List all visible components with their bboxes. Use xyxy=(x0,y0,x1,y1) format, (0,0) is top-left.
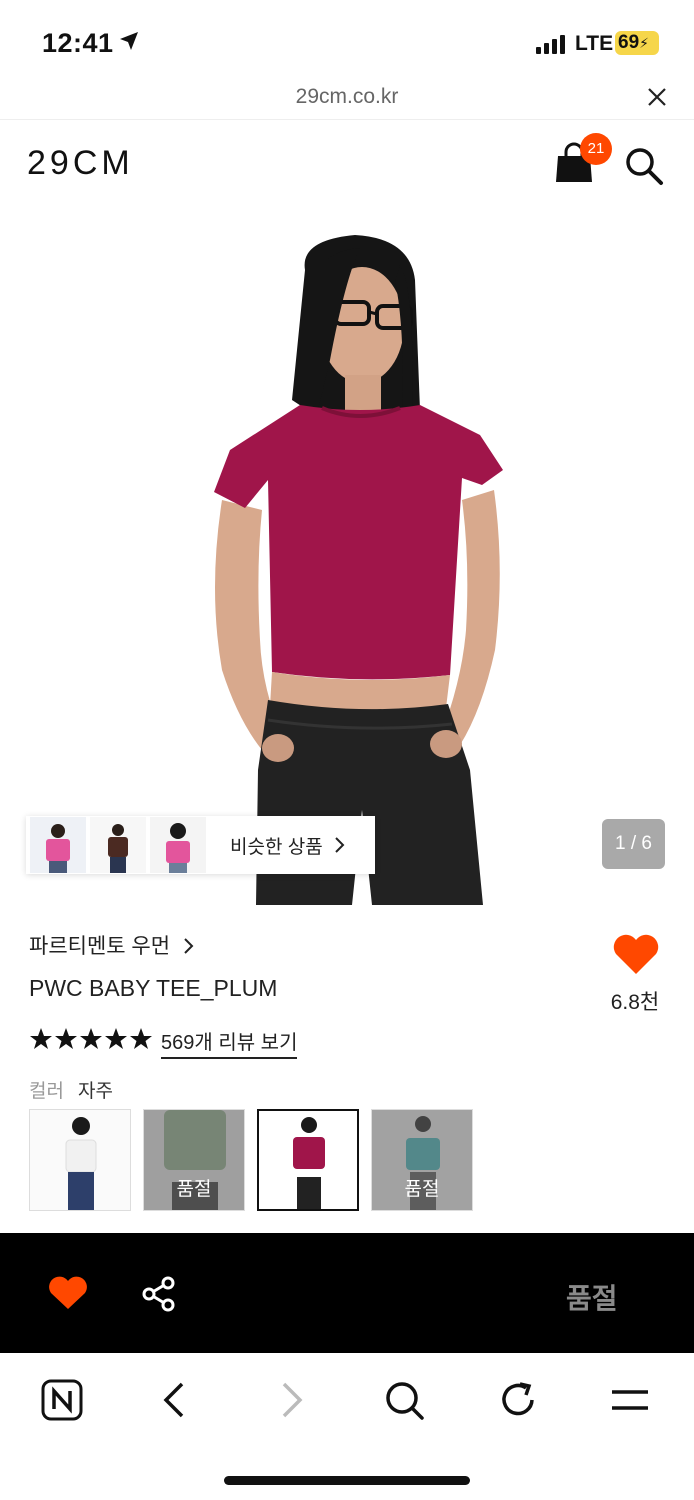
chevron-right-icon xyxy=(184,938,194,954)
site-header: 29CM 21 xyxy=(0,120,694,210)
heart-icon[interactable] xyxy=(48,1275,88,1311)
product-main-image[interactable] xyxy=(0,210,694,905)
thumbnail-2[interactable] xyxy=(90,817,146,873)
url-text[interactable]: 29cm.co.kr xyxy=(0,85,694,109)
refresh-icon[interactable] xyxy=(496,1378,540,1422)
star-icon xyxy=(105,1028,127,1049)
heart-icon[interactable] xyxy=(612,932,660,976)
color-label: 컬러 xyxy=(29,1081,64,1102)
naver-home-icon[interactable] xyxy=(40,1378,84,1422)
image-pager: 1 / 6 xyxy=(602,819,665,869)
sold-out-label: 품절 xyxy=(176,1179,212,1200)
network-label: LTE xyxy=(575,32,614,55)
swatch-plum-selected[interactable] xyxy=(257,1109,359,1211)
color-value: 자주 xyxy=(78,1081,113,1102)
star-icon xyxy=(80,1028,102,1049)
close-icon[interactable] xyxy=(646,86,668,108)
rating-stars xyxy=(29,1027,153,1051)
status-time: 12:41 xyxy=(42,28,114,58)
brand-name: 파르티멘토 우먼 xyxy=(29,935,171,958)
battery-level: 69 xyxy=(618,32,640,53)
star-icon xyxy=(55,1028,77,1049)
thumbnail-1[interactable] xyxy=(30,817,86,873)
like-count: 6.8천 xyxy=(610,991,660,1014)
sold-out-label: 품절 xyxy=(404,1179,440,1200)
swatch-white[interactable] xyxy=(29,1109,131,1211)
back-icon[interactable] xyxy=(154,1378,198,1422)
search-icon[interactable] xyxy=(624,146,664,186)
sold-out-button[interactable]: 품절 xyxy=(566,1277,618,1317)
home-indicator xyxy=(224,1476,470,1485)
battery-icon: 69⚡ xyxy=(615,31,659,55)
model-photo xyxy=(214,235,503,905)
cart-count-badge: 21 xyxy=(580,133,612,165)
chevron-right-icon xyxy=(334,837,345,853)
location-arrow-icon xyxy=(120,32,138,50)
swatch-teal[interactable]: 품절 xyxy=(371,1109,473,1211)
menu-icon[interactable] xyxy=(608,1378,652,1422)
brand-link[interactable]: 파르티멘토 우먼 xyxy=(29,930,196,960)
site-logo[interactable]: 29CM xyxy=(27,144,134,183)
url-bar: 29cm.co.kr xyxy=(0,76,694,120)
thumbnail-3[interactable] xyxy=(150,817,206,873)
share-icon[interactable] xyxy=(140,1275,178,1313)
similar-products-link[interactable]: 비슷한 상품 xyxy=(230,832,323,859)
status-bar: 12:41 LTE 69⚡ xyxy=(0,0,694,84)
reviews-link[interactable]: 569개 리뷰 보기 xyxy=(161,1026,298,1059)
similar-products-strip[interactable]: 비슷한 상품 xyxy=(26,816,375,874)
swatch-green[interactable]: 품절 xyxy=(143,1109,245,1211)
star-icon xyxy=(130,1028,152,1049)
forward-icon[interactable] xyxy=(268,1378,312,1422)
star-icon xyxy=(30,1028,52,1049)
purchase-action-bar: 품절 xyxy=(0,1233,694,1353)
search-icon[interactable] xyxy=(382,1378,426,1422)
color-swatches: 품절 품절 xyxy=(29,1109,473,1211)
product-name: PWC BABY TEE_PLUM xyxy=(29,975,278,1001)
signal-icon xyxy=(536,34,565,54)
